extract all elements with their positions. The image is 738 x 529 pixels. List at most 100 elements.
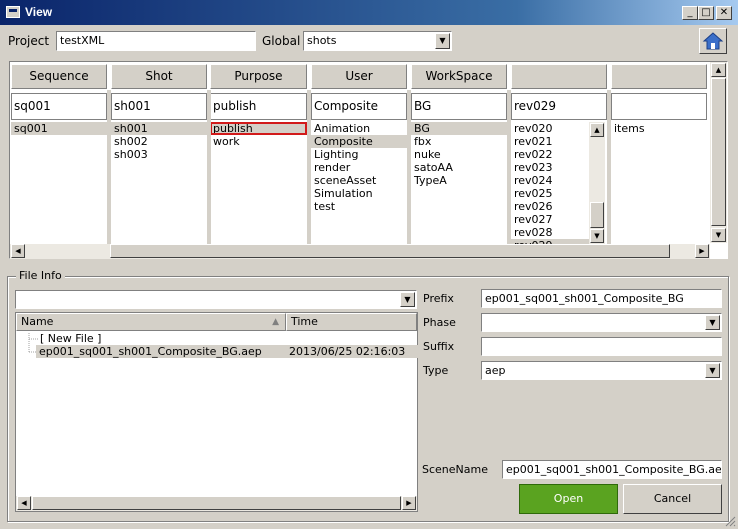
list-item[interactable]: sh002 [111,135,207,148]
grid-horizontal-scrollbar[interactable]: ◀ ▶ [10,244,710,259]
col-header-user[interactable]: User [311,64,407,89]
list-item[interactable]: Animation [311,122,407,135]
minimize-button[interactable]: _ [682,6,698,20]
scroll-thumb[interactable] [110,244,670,258]
maximize-button[interactable]: □ [698,6,714,20]
chevron-down-icon[interactable]: ▼ [705,315,720,330]
sequence-list[interactable]: sq001 [11,122,107,244]
title-bar: View _ □ ✕ [0,0,738,25]
column-divider [607,90,611,244]
list-item[interactable]: render [311,161,407,174]
list-item[interactable]: rev027 [511,213,593,226]
col-header-items[interactable] [611,64,707,89]
list-item[interactable]: nuke [411,148,507,161]
list-item[interactable]: fbx [411,135,507,148]
scroll-left-icon[interactable]: ◀ [11,244,25,258]
window-title: View [25,5,53,19]
column-divider [407,90,411,244]
items-list[interactable]: items [611,122,707,244]
list-item[interactable]: Composite [311,135,407,148]
grid-vertical-scrollbar[interactable]: ▲ ▼ [710,62,727,243]
list-item[interactable]: rev020 [511,122,593,135]
col-header-sequence[interactable]: Sequence [11,64,107,89]
purpose-list[interactable]: publish work [210,122,307,244]
open-button[interactable]: Open [519,484,618,514]
list-item[interactable]: Lighting [311,148,407,161]
scroll-up-icon[interactable]: ▲ [711,63,726,77]
type-select-value: aep [485,364,506,377]
chevron-down-icon[interactable]: ▼ [435,33,450,49]
column-divider [507,90,511,244]
col-header-shot[interactable]: Shot [111,64,207,89]
col-header-time[interactable]: Time [286,313,417,331]
list-item[interactable]: rev022 [511,148,593,161]
list-item[interactable]: rev021 [511,135,593,148]
scroll-right-icon[interactable]: ▶ [402,496,416,510]
revision-scrollbar[interactable]: ▲ ▼ [589,122,605,244]
shot-filter-input[interactable]: sh001 [111,93,207,120]
prefix-input[interactable]: ep001_sq001_sh001_Composite_BG [481,289,722,308]
workspace-filter-input[interactable]: BG [411,93,507,120]
type-label: Type [423,364,449,377]
user-filter-input[interactable]: Composite [311,93,407,120]
scroll-up-icon[interactable]: ▲ [590,123,604,137]
list-item[interactable]: sh003 [111,148,207,161]
workspace-list[interactable]: BG fbx nuke satoAA TypeA [411,122,507,244]
list-item[interactable]: publish [210,122,307,135]
scroll-thumb[interactable] [590,202,604,228]
purpose-filter-input[interactable]: publish [210,93,307,120]
chevron-down-icon[interactable]: ▼ [400,292,415,307]
type-select[interactable]: aep ▼ [481,361,722,380]
global-select-value: shots [307,34,337,47]
cancel-button[interactable]: Cancel [623,484,722,514]
revision-list[interactable]: rev020 rev021 rev022 rev023 rev024 rev02… [511,122,593,244]
resize-grip-icon[interactable] [724,515,736,527]
list-item[interactable]: sq001 [11,122,107,135]
scroll-right-icon[interactable]: ▶ [695,244,709,258]
phase-label: Phase [423,316,456,329]
tree-row-file[interactable]: ep001_sq001_sh001_Composite_BG.aep 2013/… [36,345,419,358]
list-item[interactable]: sh001 [111,122,207,135]
shot-list[interactable]: sh001 sh002 sh003 [111,122,207,244]
list-item[interactable]: work [210,135,307,148]
scroll-thumb[interactable] [711,78,726,226]
tree-horizontal-scrollbar[interactable]: ◀ ▶ [16,496,417,511]
list-item[interactable]: TypeA [411,174,507,187]
list-item[interactable]: rev023 [511,161,593,174]
list-item[interactable]: items [611,122,707,135]
list-item[interactable]: satoAA [411,161,507,174]
sort-asc-icon: ▲ [272,317,279,327]
project-field[interactable]: testXML [56,31,256,51]
list-item[interactable]: rev025 [511,187,593,200]
list-item[interactable]: rev028 [511,226,593,239]
close-button[interactable]: ✕ [716,6,732,20]
list-item[interactable]: rev026 [511,200,593,213]
project-label: Project [8,34,50,48]
col-header-workspace[interactable]: WorkSpace [411,64,507,89]
home-button[interactable] [699,28,727,54]
scroll-down-icon[interactable]: ▼ [711,228,726,242]
global-select[interactable]: shots ▼ [303,31,452,51]
suffix-input[interactable] [481,337,722,356]
scenename-input[interactable]: ep001_sq001_sh001_Composite_BG.aep [502,460,722,479]
scroll-thumb[interactable] [32,496,401,510]
revision-filter-input[interactable]: rev029 [511,93,607,120]
scroll-left-icon[interactable]: ◀ [17,496,31,510]
tree-row-new-file[interactable]: [ New File ] [37,332,290,345]
sequence-filter-input[interactable]: sq001 [11,93,107,120]
user-list[interactable]: Animation Composite Lighting render scen… [311,122,407,244]
phase-select[interactable]: ▼ [481,313,722,332]
home-icon [702,32,724,50]
chevron-down-icon[interactable]: ▼ [705,363,720,378]
col-header-revision[interactable] [511,64,607,89]
list-item[interactable]: test [311,200,407,213]
col-header-name[interactable]: Name ▲ [16,313,286,331]
items-filter-input[interactable] [611,93,707,120]
list-item[interactable]: Simulation [311,187,407,200]
list-item[interactable]: BG [411,122,507,135]
list-item[interactable]: sceneAsset [311,174,407,187]
scroll-down-icon[interactable]: ▼ [590,229,604,243]
path-select[interactable]: ▼ [15,290,417,309]
list-item[interactable]: rev024 [511,174,593,187]
col-header-purpose[interactable]: Purpose [210,64,307,89]
